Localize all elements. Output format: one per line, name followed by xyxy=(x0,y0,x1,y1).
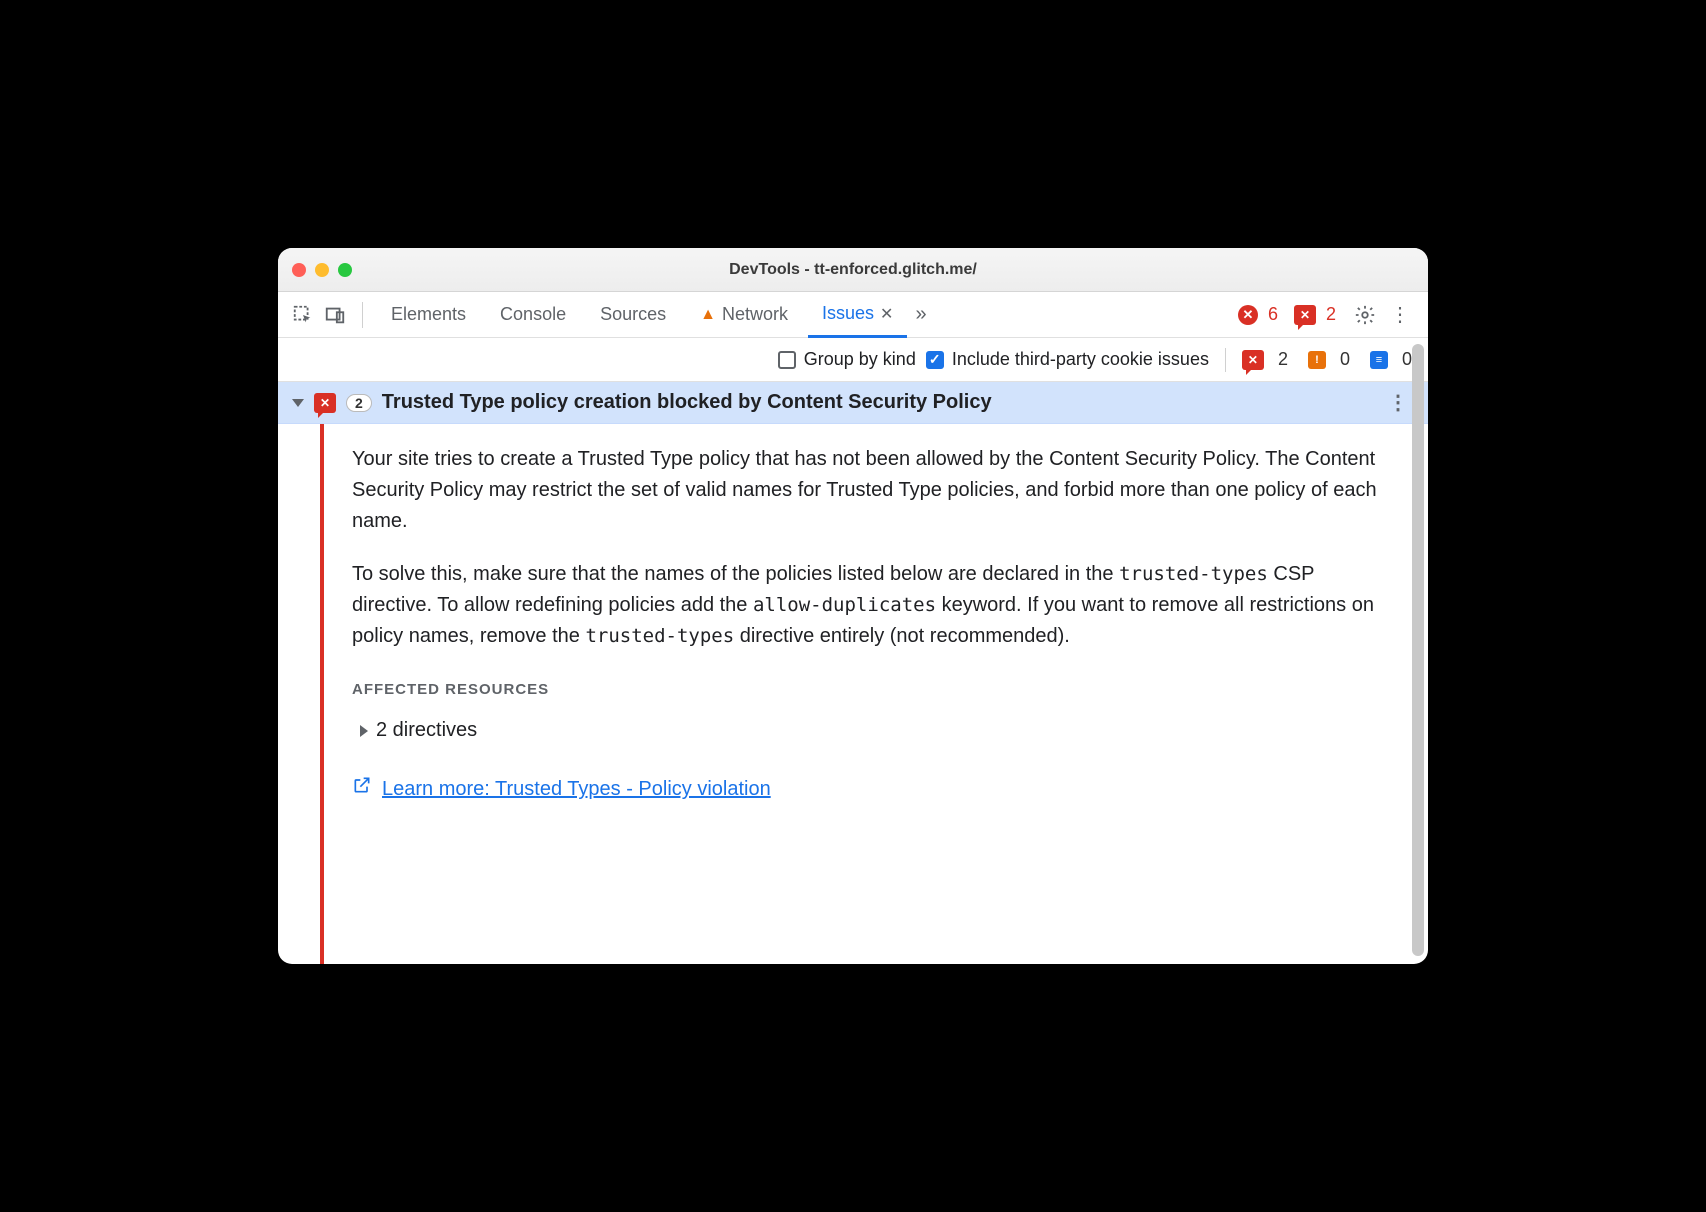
inspect-element-icon[interactable] xyxy=(290,302,316,328)
window-minimize-button[interactable] xyxy=(315,263,329,277)
titlebar: DevTools - tt-enforced.glitch.me/ xyxy=(278,248,1428,292)
learn-more-link[interactable]: Learn more: Trusted Types - Policy viola… xyxy=(352,774,1388,805)
tab-elements[interactable]: Elements xyxy=(377,292,480,337)
issue-paragraph: To solve this, make sure that the names … xyxy=(352,559,1388,652)
issue-body: Your site tries to create a Trusted Type… xyxy=(278,424,1428,964)
scrollbar-thumb[interactable] xyxy=(1412,344,1424,956)
panel-tabbar: Elements Console Sources ▲ Network Issue… xyxy=(278,292,1428,338)
window-title: DevTools - tt-enforced.glitch.me/ xyxy=(278,261,1428,279)
error-count: 6 xyxy=(1268,304,1278,325)
improvement-count: 0 xyxy=(1402,349,1412,370)
checkbox-icon xyxy=(926,351,944,369)
tab-label: Network xyxy=(722,304,788,325)
traffic-lights xyxy=(292,263,352,277)
directives-count: 2 directives xyxy=(376,715,477,746)
issue-count-pill: 2 xyxy=(346,394,372,412)
tab-console[interactable]: Console xyxy=(486,292,580,337)
group-by-kind-checkbox[interactable]: Group by kind xyxy=(778,349,916,370)
close-icon[interactable]: ✕ xyxy=(880,304,893,324)
error-badge-icon[interactable]: ✕ xyxy=(1238,305,1258,325)
page-error-count: 2 xyxy=(1278,349,1288,370)
code-inline: trusted-types xyxy=(1119,563,1268,585)
tab-label: Issues xyxy=(822,303,874,324)
issue-title: Trusted Type policy creation blocked by … xyxy=(382,391,992,414)
tab-label: Sources xyxy=(600,304,666,325)
tab-sources[interactable]: Sources xyxy=(586,292,680,337)
affected-resources-label: AFFECTED RESOURCES xyxy=(352,678,1388,701)
improvement-badge-icon[interactable]: ≡ xyxy=(1370,351,1388,369)
third-party-cookie-checkbox[interactable]: Include third-party cookie issues xyxy=(926,349,1209,370)
device-toolbar-icon[interactable] xyxy=(322,302,348,328)
issues-toolbar: Group by kind Include third-party cookie… xyxy=(278,338,1428,382)
issue-paragraph: Your site tries to create a Trusted Type… xyxy=(352,444,1388,537)
code-inline: allow-duplicates xyxy=(753,594,936,616)
tab-label: Elements xyxy=(391,304,466,325)
scrollbar[interactable] xyxy=(1412,344,1424,956)
devtools-window: DevTools - tt-enforced.glitch.me/ Elemen… xyxy=(278,248,1428,964)
warning-icon: ▲ xyxy=(700,306,716,324)
tab-network[interactable]: ▲ Network xyxy=(686,292,802,337)
checkbox-label: Group by kind xyxy=(804,349,916,370)
code-inline: trusted-types xyxy=(585,625,734,647)
window-close-button[interactable] xyxy=(292,263,306,277)
more-tabs-icon[interactable]: » xyxy=(913,301,928,328)
issue-count: 2 xyxy=(1326,304,1336,325)
tab-label: Console xyxy=(500,304,566,325)
issue-kind-icon: ✕ xyxy=(314,393,336,413)
issue-description: Your site tries to create a Trusted Type… xyxy=(324,424,1428,964)
separator xyxy=(362,302,363,328)
separator xyxy=(1225,348,1226,372)
window-zoom-button[interactable] xyxy=(338,263,352,277)
breaking-change-count: 0 xyxy=(1340,349,1350,370)
checkbox-icon xyxy=(778,351,796,369)
issue-header[interactable]: ✕ 2 Trusted Type policy creation blocked… xyxy=(278,382,1428,424)
breaking-change-badge-icon[interactable]: ! xyxy=(1308,351,1326,369)
checkbox-label: Include third-party cookie issues xyxy=(952,349,1209,370)
page-error-badge-icon[interactable]: ✕ xyxy=(1242,350,1264,370)
chevron-right-icon xyxy=(360,725,368,737)
learn-more-text: Learn more: Trusted Types - Policy viola… xyxy=(382,774,771,805)
settings-icon[interactable] xyxy=(1352,302,1378,328)
chevron-down-icon[interactable] xyxy=(292,399,304,407)
external-link-icon xyxy=(352,774,372,805)
issue-menu-icon[interactable]: ⋮ xyxy=(1382,390,1414,415)
directives-expander[interactable]: 2 directives xyxy=(360,715,1388,746)
issue-badge-icon[interactable]: ✕ xyxy=(1294,305,1316,325)
main-menu-icon[interactable]: ⋮ xyxy=(1384,302,1416,327)
tab-issues[interactable]: Issues ✕ xyxy=(808,293,907,338)
